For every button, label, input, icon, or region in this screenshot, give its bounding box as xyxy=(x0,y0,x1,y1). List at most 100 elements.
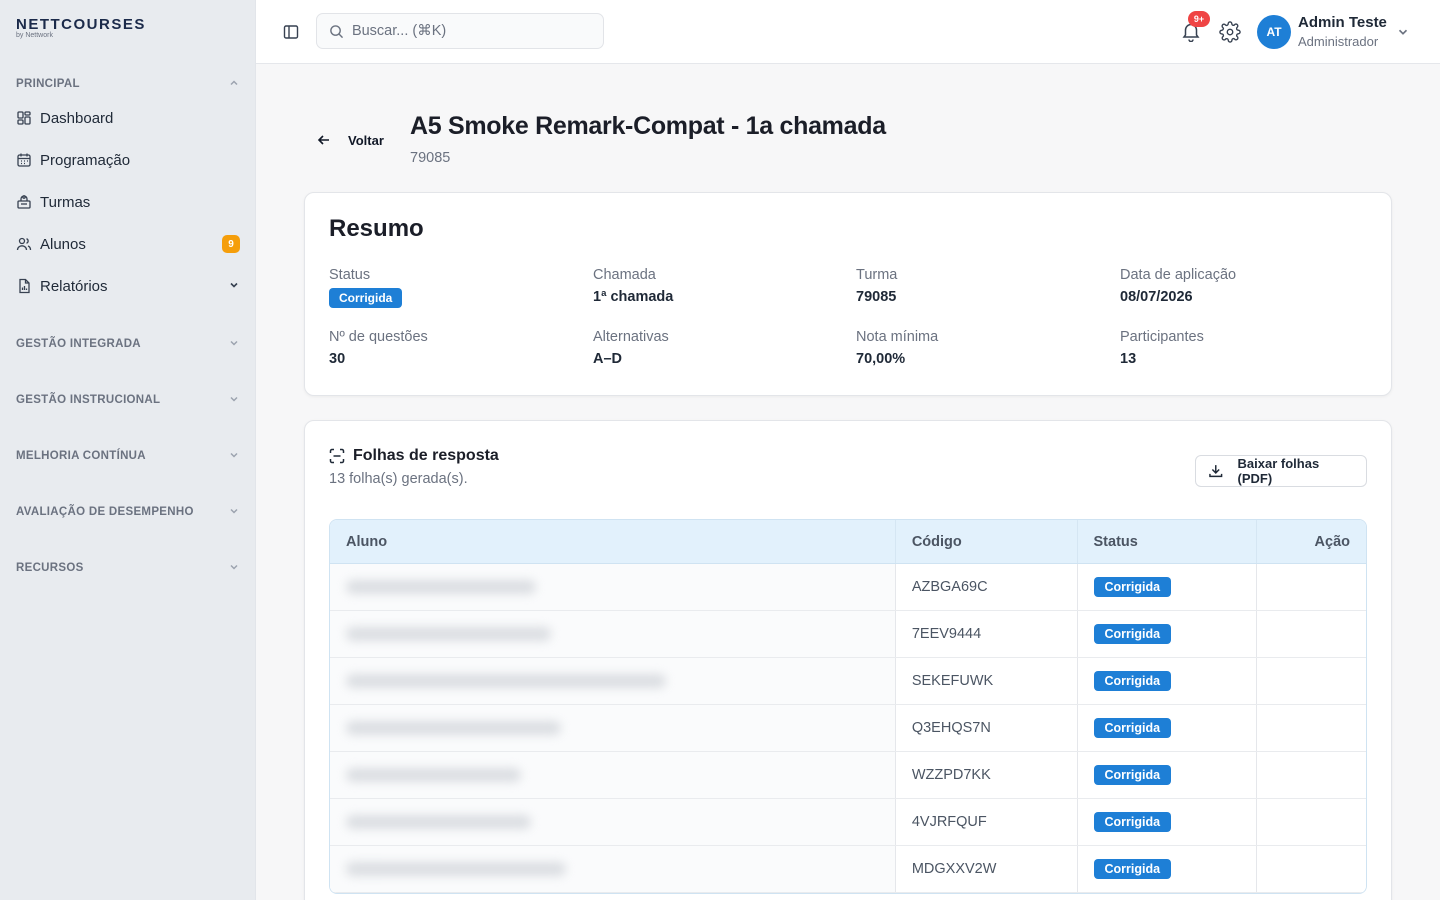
action-cell xyxy=(1256,658,1366,704)
sheets-title-text: Folhas de resposta xyxy=(353,447,499,464)
user-name: Admin Teste xyxy=(1298,14,1387,31)
field-label: Nota mínima xyxy=(856,329,939,345)
page-code: 79085 xyxy=(410,150,451,166)
sheet-code: SEKEFUWK xyxy=(894,658,1077,704)
settings-button[interactable] xyxy=(1219,21,1241,43)
field-label: Turma xyxy=(856,267,898,283)
sidebar-item-label: Dashboard xyxy=(40,109,114,127)
student-name-redacted xyxy=(330,611,895,657)
status-badge: Corrigida xyxy=(1093,718,1172,738)
page-title: A5 Smoke Remark-Compat - 1a chamada xyxy=(410,112,886,140)
sheet-code: MDGXXV2W xyxy=(894,846,1077,892)
field-questoes: Nº de questões 30 xyxy=(329,329,428,367)
answer-sheets-table: Aluno Código Status Ação AZBGA69C Corrig… xyxy=(329,519,1367,894)
status-badge: Corrigida xyxy=(1093,577,1172,597)
sidebar-toggle-icon xyxy=(283,25,299,39)
sidebar-toggle-button[interactable] xyxy=(280,21,302,43)
sheets-title: Folhas de resposta xyxy=(329,447,499,465)
status-badge: Corrigida xyxy=(1093,859,1172,879)
search-box[interactable] xyxy=(316,13,604,49)
section-gestao-integrada[interactable]: GESTÃO INTEGRADA xyxy=(0,334,256,354)
chevron-down-icon xyxy=(228,278,240,295)
section-melhoria-continua[interactable]: MELHORIA CONTÍNUA xyxy=(0,446,256,466)
brand-name-part2: COURSES xyxy=(61,16,146,33)
section-principal[interactable]: PRINCIPAL xyxy=(0,74,256,94)
section-gestao-instrucional[interactable]: GESTÃO INSTRUCIONAL xyxy=(0,390,256,410)
status-cell: Corrigida xyxy=(1076,752,1257,798)
back-button[interactable]: Voltar xyxy=(316,128,384,152)
chevron-up-icon xyxy=(228,77,240,92)
field-value: 79085 xyxy=(856,289,897,305)
report-icon xyxy=(16,278,32,294)
field-value: 1ª chamada xyxy=(593,289,674,305)
dashboard-icon xyxy=(16,110,32,126)
section-label: AVALIAÇÃO DE DESEMPENHO xyxy=(16,506,194,518)
search-input[interactable] xyxy=(351,23,591,39)
status-badge: Corrigida xyxy=(1093,624,1172,644)
action-cell xyxy=(1256,799,1366,845)
field-nota-minima: Nota mínima 70,00% xyxy=(856,329,938,367)
table-row[interactable]: Q3EHQS7N Corrigida xyxy=(330,705,1366,752)
field-value: 08/07/2026 xyxy=(1120,289,1193,305)
student-name-redacted xyxy=(330,846,895,892)
field-value: A–D xyxy=(593,351,623,367)
avatar[interactable]: AT xyxy=(1257,15,1291,49)
column-header-aluno[interactable]: Aluno xyxy=(330,520,895,563)
notifications-badge: 9+ xyxy=(1188,11,1210,27)
arrow-left-icon xyxy=(317,135,329,145)
table-row[interactable]: AZBGA69C Corrigida xyxy=(330,564,1366,611)
status-badge: Corrigida xyxy=(1093,812,1172,832)
student-name-redacted xyxy=(330,799,895,845)
section-recursos[interactable]: RECURSOS xyxy=(0,558,256,578)
download-label: Baixar folhas (PDF) xyxy=(1237,456,1320,486)
summary-card: Resumo Status Corrigida Chamada 1ª chama… xyxy=(304,192,1392,396)
section-avaliacao-desempenho[interactable]: AVALIAÇÃO DE DESEMPENHO xyxy=(0,502,256,522)
user-menu-chevron-down-icon[interactable] xyxy=(1396,25,1410,39)
field-label: Alternativas xyxy=(593,329,669,345)
field-status: Status Corrigida xyxy=(329,267,403,308)
chevron-down-icon xyxy=(228,505,240,520)
table-row[interactable]: MDGXXV2W Corrigida xyxy=(330,846,1366,893)
sidebar-item-dashboard[interactable]: Dashboard xyxy=(8,101,248,135)
field-label: Data de aplicação xyxy=(1120,267,1237,283)
sheet-code: AZBGA69C xyxy=(894,564,1077,610)
brand-logo[interactable]: NETTCOURSES by Nettwork xyxy=(16,16,146,39)
sidebar-item-turmas[interactable]: Turmas xyxy=(8,185,248,219)
user-role: Administrador xyxy=(1298,34,1379,49)
status-badge: Corrigida xyxy=(1093,765,1172,785)
status-badge: Corrigida xyxy=(329,288,403,308)
field-value: 30 xyxy=(329,351,346,367)
column-header-status[interactable]: Status xyxy=(1076,520,1257,563)
table-row[interactable]: WZZPD7KK Corrigida xyxy=(330,752,1366,799)
column-header-acao: Ação xyxy=(1256,520,1366,563)
field-label: Nº de questões xyxy=(329,329,428,345)
student-name-redacted xyxy=(330,752,895,798)
download-pdf-button[interactable]: Baixar folhas (PDF) xyxy=(1195,455,1367,487)
student-name-redacted xyxy=(330,705,895,751)
download-icon xyxy=(1209,465,1223,478)
chevron-down-icon xyxy=(228,561,240,576)
section-label: GESTÃO INSTRUCIONAL xyxy=(16,394,161,406)
table-row[interactable]: 7EEV9444 Corrigida xyxy=(330,611,1366,658)
field-value: 70,00% xyxy=(856,351,906,367)
sheet-code: Q3EHQS7N xyxy=(894,705,1077,751)
sidebar-item-relatorios[interactable]: Relatórios xyxy=(8,269,248,303)
sidebar-item-label: Turmas xyxy=(40,193,91,211)
brand-name-part1: NETT xyxy=(16,16,62,33)
sidebar-item-alunos[interactable]: Alunos 9 xyxy=(8,227,248,261)
table-row[interactable]: SEKEFUWK Corrigida xyxy=(330,658,1366,705)
field-label: Participantes xyxy=(1120,329,1204,345)
sidebar-item-label: Alunos xyxy=(40,235,86,253)
answer-sheets-card: Folhas de resposta 13 folha(s) gerada(s)… xyxy=(304,420,1392,900)
status-cell: Corrigida xyxy=(1076,611,1257,657)
sheet-code: 7EEV9444 xyxy=(894,611,1077,657)
table-header: Aluno Código Status Ação xyxy=(330,520,1366,564)
sidebar: NETTCOURSES by Nettwork PRINCIPAL Dashbo… xyxy=(0,0,256,900)
sidebar-item-label: Programação xyxy=(40,151,131,169)
column-header-codigo[interactable]: Código xyxy=(894,520,1077,563)
table-row[interactable]: 4VJRFQUF Corrigida xyxy=(330,799,1366,846)
field-label: Status xyxy=(329,267,371,283)
action-cell xyxy=(1256,611,1366,657)
status-cell: Corrigida xyxy=(1076,705,1257,751)
sidebar-item-programacao[interactable]: Programação xyxy=(8,143,248,177)
